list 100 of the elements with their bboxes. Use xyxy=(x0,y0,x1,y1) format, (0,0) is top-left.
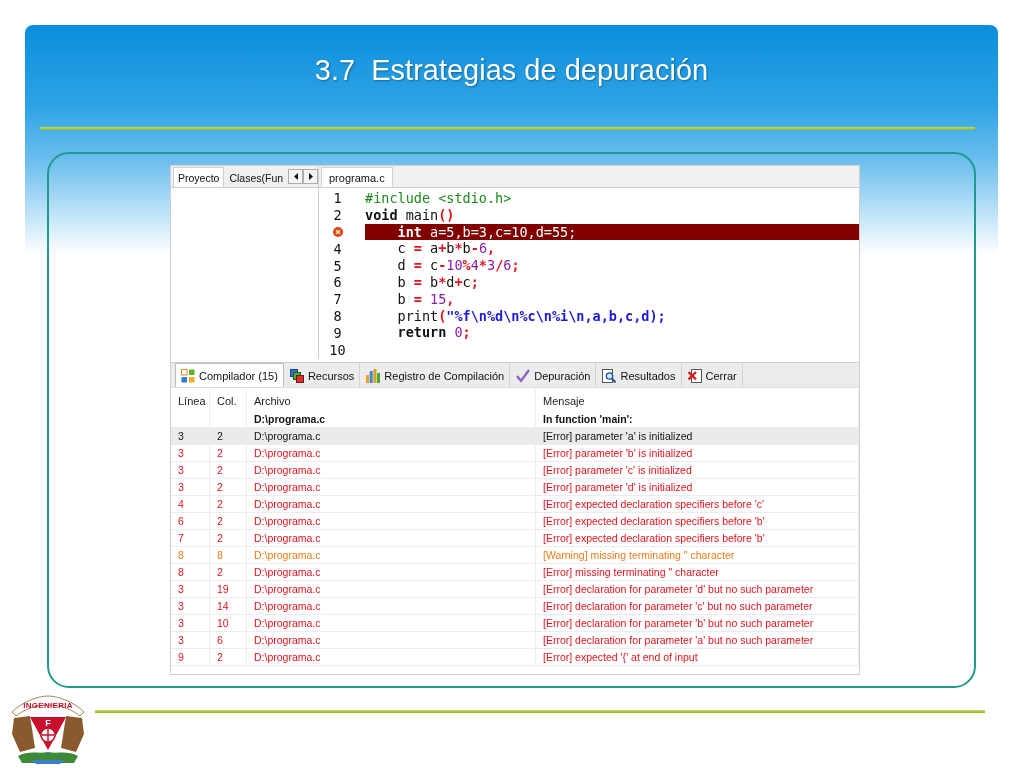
table-cell: D:\programa.c xyxy=(254,430,321,442)
code-line: print("%f\n%d\n%c\n%i\n,a,b,c,d); xyxy=(397,307,666,325)
line-number: 5 xyxy=(333,257,342,274)
table-cell: [Error] expected declaration specifiers before 'b' xyxy=(543,532,765,544)
message-row[interactable]: 3 14 D:\programa.c [Error] declaration for parameter 'c' but no such parameter xyxy=(171,598,859,615)
table-cell: 9 xyxy=(178,651,184,663)
close-document-icon xyxy=(687,368,702,383)
scroll-left-button[interactable] xyxy=(288,169,304,184)
table-cell: D:\programa.c xyxy=(254,515,321,527)
table-cell: D:\programa.c xyxy=(254,498,321,510)
table-cell: 10 xyxy=(217,617,229,629)
code-line: b = b*d+c; xyxy=(397,274,479,291)
output-tab[interactable]: Resultados xyxy=(596,363,682,387)
code-line: #include <stdio.h> xyxy=(365,190,512,207)
message-row[interactable]: 7 2 D:\programa.c [Error] expected declaration specifiers before 'b' xyxy=(171,530,859,547)
table-cell: [Error] declaration for parameter 'd' but no such parameter xyxy=(543,583,814,595)
table-cell: [Error] declaration for parameter 'c' but no such parameter xyxy=(543,600,813,612)
message-row[interactable]: 3 10 D:\programa.c [Error] declaration for parameter 'b' but no such parameter xyxy=(171,615,859,632)
table-cell: In function 'main': xyxy=(543,413,633,425)
line-number: 9 xyxy=(333,324,342,341)
table-cell: 2 xyxy=(217,532,223,544)
crest-letter: F xyxy=(45,718,51,728)
code-line: c = a+b*b-6, xyxy=(397,240,496,258)
column-header: Mensaje xyxy=(543,394,585,407)
column-header: Col. xyxy=(217,394,237,407)
table-cell: [Error] expected declaration specifiers before 'c' xyxy=(543,498,765,510)
table-cell: D:\programa.c xyxy=(254,583,321,595)
message-row[interactable]: 4 2 D:\programa.c [Error] expected declaration specifiers before 'c' xyxy=(171,496,859,513)
table-cell: 8 xyxy=(178,566,184,578)
message-row[interactable]: 3 2 D:\programa.c [Error] parameter 'b' is initialized xyxy=(171,445,859,462)
message-row[interactable]: 3 2 D:\programa.c [Error] parameter 'c' is initialized xyxy=(171,462,859,479)
table-cell: D:\programa.c xyxy=(254,600,321,612)
table-cell: 3 xyxy=(178,617,184,629)
table-cell: D:\programa.c xyxy=(254,549,321,561)
table-cell: 2 xyxy=(217,481,223,493)
output-tab[interactable]: Registro de Compilación xyxy=(360,363,511,387)
error-marker-icon xyxy=(332,227,343,237)
table-cell: [Error] declaration for parameter 'b' but no such parameter xyxy=(543,617,814,629)
output-tab[interactable]: Compilador (15) xyxy=(175,363,284,387)
table-cell: [Error] parameter 'c' is initialized xyxy=(543,464,692,476)
table-cell: [Warning] missing terminating " character xyxy=(543,549,735,561)
output-tab[interactable]: Recursos xyxy=(283,363,361,387)
code-line: void main() xyxy=(365,206,455,224)
table-cell: 2 xyxy=(217,447,223,459)
table-cell: [Error] declaration for parameter 'a' but no such parameter xyxy=(543,634,814,646)
table-cell: 2 xyxy=(217,464,223,476)
line-number: 8 xyxy=(333,307,342,324)
table-cell: 19 xyxy=(217,583,229,595)
table-cell: 8 xyxy=(217,549,223,561)
table-cell: 3 xyxy=(178,583,184,595)
table-cell: 2 xyxy=(217,498,223,510)
file-tab[interactable]: programa.c xyxy=(321,167,393,187)
message-row[interactable]: 3 19 D:\programa.c [Error] declaration for parameter 'd' but no such parameter xyxy=(171,581,859,598)
stacked-squares-icon xyxy=(289,368,304,383)
message-row[interactable]: 6 2 D:\programa.c [Error] expected declaration specifiers before 'b' xyxy=(171,513,859,530)
panel-tab[interactable]: Clases(Fun xyxy=(224,167,289,187)
line-number: 1 xyxy=(333,190,342,207)
line-number: 4 xyxy=(333,240,342,257)
crest-title: INGENIERIA xyxy=(23,701,73,710)
scroll-right-button[interactable] xyxy=(303,169,319,184)
table-cell: 3 xyxy=(178,634,184,646)
left-triangle-icon xyxy=(293,173,298,180)
magnifier-document-icon xyxy=(602,368,617,383)
panel-tab[interactable]: Proyecto xyxy=(173,167,225,187)
output-tab[interactable]: Cerrar xyxy=(681,363,743,387)
table-cell: D:\programa.c xyxy=(254,634,321,646)
message-row[interactable]: 3 2 D:\programa.c [Error] parameter 'a' is initialized xyxy=(171,428,859,445)
table-cell: [Error] missing terminating " character xyxy=(543,566,719,578)
message-row[interactable]: 8 2 D:\programa.c [Error] missing terminating " character xyxy=(171,564,859,581)
table-cell: D:\programa.c xyxy=(254,447,321,459)
table-cell: 3 xyxy=(178,447,184,459)
table-cell: [Error] parameter 'b' is initialized xyxy=(543,447,693,459)
table-cell: 6 xyxy=(217,634,223,646)
line-number: 2 xyxy=(333,207,342,224)
column-header: Línea xyxy=(178,394,206,407)
table-cell: 2 xyxy=(217,566,223,578)
code-line: d = c-10%4*3/6; xyxy=(397,257,520,274)
message-row[interactable]: 8 8 D:\programa.c [Warning] missing terminating " character xyxy=(171,547,859,564)
code-line: b = 15, xyxy=(397,290,455,308)
table-cell: 2 xyxy=(217,515,223,527)
output-tab[interactable]: Depuración xyxy=(510,363,597,387)
table-cell: D:\programa.c xyxy=(254,651,321,663)
table-cell: [Error] expected declaration specifiers before 'b' xyxy=(543,515,765,527)
message-row[interactable]: 9 2 D:\programa.c [Error] expected '{' at end of input xyxy=(171,649,859,666)
checkmark-icon xyxy=(516,368,531,383)
table-cell: [Error] expected '{' at end of input xyxy=(543,651,698,663)
table-cell: 6 xyxy=(178,515,184,527)
message-row[interactable]: 3 2 D:\programa.c [Error] parameter 'd' is initialized xyxy=(171,479,859,496)
message-row[interactable]: 3 6 D:\programa.c [Error] declaration for parameter 'a' but no such parameter xyxy=(171,632,859,649)
table-cell: 7 xyxy=(178,532,184,544)
table-cell: 2 xyxy=(217,651,223,663)
table-cell: [Error] parameter 'a' is initialized xyxy=(543,430,693,442)
line-number: 6 xyxy=(333,274,342,291)
line-number: 7 xyxy=(333,291,342,308)
table-cell: 4 xyxy=(178,498,184,510)
slide-title: 3.7 Estrategias de depuración xyxy=(314,53,709,88)
table-cell: 2 xyxy=(217,430,223,442)
table-cell: 8 xyxy=(178,549,184,561)
squares-grid-icon xyxy=(181,368,195,383)
table-cell: D:\programa.c xyxy=(254,617,321,629)
